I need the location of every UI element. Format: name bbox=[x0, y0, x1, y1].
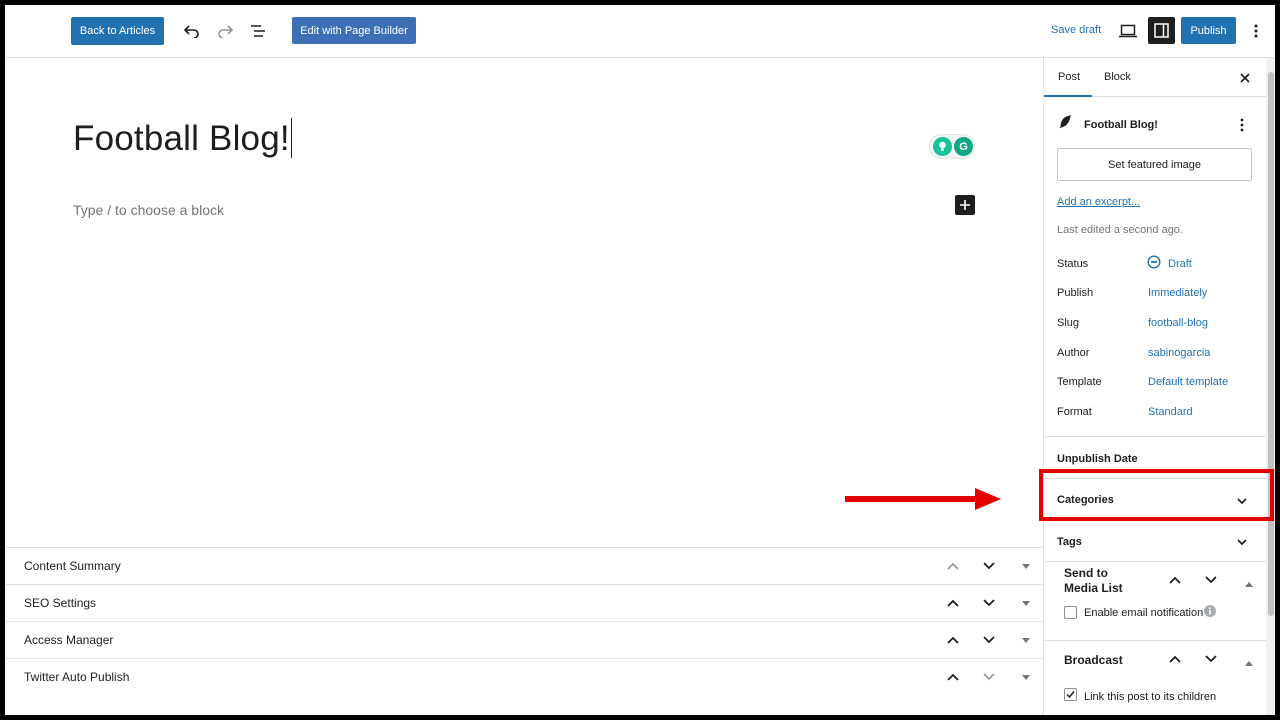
slug-value[interactable]: football-blog bbox=[1148, 317, 1208, 329]
set-featured-image-button[interactable]: Set featured image bbox=[1057, 148, 1252, 181]
block-placeholder[interactable]: Type / to choose a block bbox=[73, 202, 224, 218]
publish-label: Publish bbox=[1057, 287, 1094, 299]
status-value[interactable]: Draft bbox=[1168, 258, 1192, 270]
undo-icon[interactable] bbox=[181, 20, 203, 42]
sidebar-icon bbox=[1154, 23, 1169, 38]
move-up-icon[interactable] bbox=[944, 668, 962, 686]
top-toolbar: Back to Articles Edit with Page Builder … bbox=[5, 5, 1275, 58]
editor-window: Back to Articles Edit with Page Builder … bbox=[5, 5, 1275, 715]
link-children-label: Link this post to its children bbox=[1084, 691, 1217, 703]
grammarly-widget[interactable]: G bbox=[929, 134, 975, 159]
move-down-icon[interactable] bbox=[1204, 573, 1218, 587]
publish-button[interactable]: Publish bbox=[1181, 17, 1236, 44]
move-down-icon[interactable] bbox=[1204, 652, 1218, 666]
settings-sidebar: Post Block Football Blog! Set featured i… bbox=[1043, 58, 1275, 715]
sidebar-post-title: Football Blog! bbox=[1084, 119, 1158, 131]
email-notification-label: Enable email notification bbox=[1084, 607, 1204, 619]
add-excerpt-link[interactable]: Add an excerpt... bbox=[1057, 196, 1140, 208]
unpublish-date-panel[interactable]: Unpublish Date bbox=[1057, 453, 1138, 465]
status-label: Status bbox=[1057, 258, 1089, 270]
settings-sidebar-toggle[interactable] bbox=[1148, 17, 1175, 44]
post-actions-icon[interactable] bbox=[1240, 118, 1244, 137]
toggle-panel-icon[interactable] bbox=[1017, 594, 1035, 612]
move-up-icon[interactable] bbox=[1168, 573, 1182, 587]
checkmark-icon bbox=[1066, 691, 1075, 699]
chevron-down-icon[interactable] bbox=[1235, 535, 1249, 549]
info-icon[interactable] bbox=[1204, 604, 1216, 622]
metabox-content-summary[interactable]: Content Summary bbox=[5, 548, 1043, 585]
tab-post[interactable]: Post bbox=[1058, 71, 1080, 83]
move-down-icon[interactable] bbox=[980, 631, 998, 649]
toggle-panel-icon[interactable] bbox=[1017, 631, 1035, 649]
sidebar-scrollbar[interactable] bbox=[1266, 58, 1275, 715]
divider bbox=[1044, 640, 1266, 641]
link-children-checkbox[interactable] bbox=[1064, 688, 1077, 701]
post-title-input[interactable]: Football Blog! bbox=[73, 118, 292, 159]
meta-boxes-area: Content Summary SEO Settings Access Mana… bbox=[5, 547, 1043, 715]
post-feather-icon bbox=[1059, 114, 1071, 134]
metabox-twitter-auto-publish[interactable]: Twitter Auto Publish bbox=[5, 659, 1043, 696]
toggle-panel-icon[interactable] bbox=[1017, 668, 1035, 686]
move-up-icon[interactable] bbox=[944, 631, 962, 649]
save-draft-button[interactable]: Save draft bbox=[1051, 24, 1101, 36]
edit-with-page-builder-button[interactable]: Edit with Page Builder bbox=[292, 17, 416, 44]
sidebar-tabs: Post Block bbox=[1044, 58, 1275, 97]
text-caret bbox=[290, 118, 292, 158]
preview-desktop-icon[interactable] bbox=[1117, 20, 1139, 42]
move-up-icon[interactable] bbox=[944, 557, 962, 575]
document-overview-icon[interactable] bbox=[247, 20, 269, 42]
active-tab-indicator bbox=[1044, 95, 1092, 97]
categories-highlight-box bbox=[1039, 469, 1274, 521]
back-to-articles-button[interactable]: Back to Articles bbox=[71, 17, 164, 45]
scrollbar-thumb[interactable] bbox=[1268, 72, 1274, 616]
move-down-icon[interactable] bbox=[980, 557, 998, 575]
move-up-icon[interactable] bbox=[1168, 652, 1182, 666]
move-down-icon[interactable] bbox=[980, 668, 998, 686]
metabox-access-manager[interactable]: Access Manager bbox=[5, 622, 1043, 659]
red-arrow-annotation bbox=[845, 488, 1001, 510]
plus-icon bbox=[960, 200, 970, 210]
close-icon[interactable] bbox=[1237, 70, 1253, 86]
format-label: Format bbox=[1057, 406, 1092, 418]
author-label: Author bbox=[1057, 347, 1090, 359]
collapse-panel-icon[interactable] bbox=[1245, 654, 1259, 668]
tab-block[interactable]: Block bbox=[1104, 71, 1131, 83]
editor-canvas[interactable]: Football Blog! G Type / to choose a bloc… bbox=[5, 58, 1043, 547]
toggle-panel-icon[interactable] bbox=[1017, 557, 1035, 575]
last-edited-text: Last edited a second ago. bbox=[1057, 224, 1183, 236]
move-down-icon[interactable] bbox=[980, 594, 998, 612]
divider bbox=[1044, 561, 1266, 562]
add-block-button[interactable] bbox=[955, 195, 975, 215]
collapse-panel-icon[interactable] bbox=[1245, 575, 1259, 589]
post-title-text: Football Blog! bbox=[73, 119, 290, 158]
slug-label: Slug bbox=[1057, 317, 1080, 329]
format-value[interactable]: Standard bbox=[1148, 406, 1193, 418]
draft-status-icon bbox=[1147, 255, 1161, 274]
metabox-label: SEO Settings bbox=[24, 596, 97, 610]
tags-panel[interactable]: Tags bbox=[1057, 536, 1082, 548]
metabox-label: Content Summary bbox=[24, 559, 121, 573]
send-to-line: Send to bbox=[1064, 566, 1108, 580]
move-up-icon[interactable] bbox=[944, 594, 962, 612]
metabox-seo-settings[interactable]: SEO Settings bbox=[5, 585, 1043, 622]
author-value[interactable]: sabinogarcia bbox=[1148, 347, 1210, 359]
publish-value[interactable]: Immediately bbox=[1148, 287, 1207, 299]
redo-icon[interactable] bbox=[214, 20, 236, 42]
broadcast-panel-title: Broadcast bbox=[1064, 653, 1123, 667]
metabox-label: Access Manager bbox=[24, 633, 114, 647]
send-to-media-list-title: Send to Media List bbox=[1064, 566, 1123, 596]
divider bbox=[1044, 436, 1266, 437]
template-label: Template bbox=[1057, 376, 1102, 388]
metabox-label: Twitter Auto Publish bbox=[24, 670, 130, 684]
more-options-icon[interactable] bbox=[1245, 20, 1267, 42]
template-value[interactable]: Default template bbox=[1148, 376, 1228, 388]
grammarly-icon: G bbox=[954, 137, 973, 156]
lightbulb-icon bbox=[933, 137, 952, 156]
email-notification-checkbox[interactable] bbox=[1064, 606, 1077, 619]
media-list-line: Media List bbox=[1064, 581, 1123, 595]
